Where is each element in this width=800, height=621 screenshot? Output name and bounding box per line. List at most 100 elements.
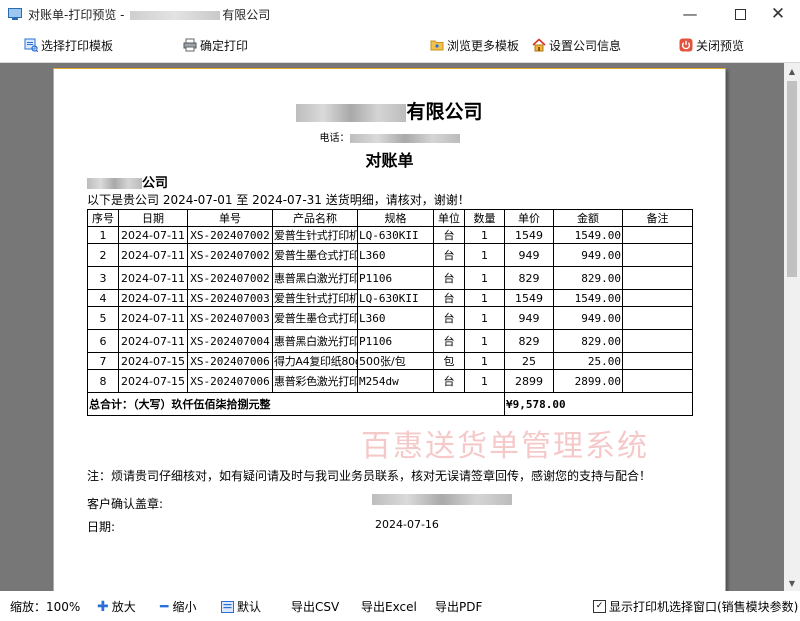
default-zoom-label: 默认 [237, 600, 262, 614]
table-header-row: 序号 日期 单号 产品名称 规格 单位 数量 单价 金额 备注 [87, 209, 693, 227]
cell-date: 2024-07-11 [118, 329, 188, 353]
total-in-words: 总合计：（大写）玖仟伍佰柒拾捌元整 [87, 392, 505, 416]
cell-unit-price: 25 [504, 352, 554, 370]
customer-name-suffix: 公司 [142, 176, 169, 191]
plus-icon: ✚ [97, 598, 109, 615]
cell-amount: 1549.00 [553, 226, 623, 244]
table-row: 8 2024-07-15 XS-202407006 惠普彩色激光打印机 M254… [87, 369, 693, 393]
power-icon [679, 38, 693, 52]
cell-quantity: 1 [464, 352, 505, 370]
zoom-in-label: 放大 [111, 600, 136, 614]
cell-order-no: XS-202407006 [187, 352, 273, 370]
print-preview-area[interactable]: 有限公司 电话： 对账单 公司 以下是贵公司 2024-07-01 至 2024… [0, 63, 784, 591]
header-unit: 单位 [433, 209, 465, 227]
export-pdf-button[interactable]: 导出PDF [435, 598, 482, 615]
select-template-button[interactable]: 选择打印模板 [24, 36, 113, 54]
cell-order-no: XS-202407004 [187, 329, 273, 353]
cell-unit-price: 829 [504, 266, 554, 290]
zoom-label: 缩放： [10, 600, 47, 614]
cell-product-name: 爱普生针式打印机 [272, 289, 358, 307]
cell-unit-price: 1549 [504, 289, 554, 307]
cell-product-name: 爱普生针式打印机 [272, 226, 358, 244]
export-excel-label: 导出Excel [361, 600, 417, 614]
cell-no: 5 [87, 306, 119, 330]
cell-unit-price: 829 [504, 329, 554, 353]
zoom-indicator: 缩放： 100% [10, 598, 80, 615]
cell-spec: 500张/包 [357, 352, 434, 370]
zoom-in-button[interactable]: ✚ 放大 [97, 598, 136, 615]
note-text: 注：烦请贵司仔细核对，如有疑问请及时与我司业务员联系，核对无误请签章回传，感谢您… [87, 469, 652, 483]
cell-unit: 台 [433, 226, 465, 244]
redacted-customer-name [87, 178, 142, 189]
toolbar: 选择打印模板 确定打印 浏览更多模板 设置公司信息 关闭预览 [0, 28, 800, 63]
window-title: 对账单-打印预览 - 有限公司 [28, 6, 270, 23]
show-printer-dialog-checkbox[interactable]: ✓ 显示打印机选择窗口(销售模块参数) [593, 598, 798, 615]
close-preview-button[interactable]: 关闭预览 [679, 36, 744, 54]
minimize-button[interactable]: — [668, 0, 712, 28]
cell-product-name: 惠普黑白激光打印机 [272, 329, 358, 353]
cell-quantity: 1 [464, 243, 505, 267]
cell-date: 2024-07-15 [118, 352, 188, 370]
title-bar: 对账单-打印预览 - 有限公司 — ✕ [0, 0, 800, 28]
cell-unit: 台 [433, 329, 465, 353]
cell-amount: 2899.00 [553, 369, 623, 393]
cell-order-no: XS-202407002 [187, 243, 273, 267]
cell-quantity: 1 [464, 289, 505, 307]
cell-order-no: XS-202407003 [187, 306, 273, 330]
window-title-suffix: 有限公司 [222, 7, 271, 22]
header-quantity: 数量 [464, 209, 505, 227]
table-row: 3 2024-07-11 XS-202407002 惠普黑白激光打印机 P110… [87, 266, 693, 290]
default-zoom-button[interactable]: 默认 [221, 598, 261, 615]
header-date: 日期 [118, 209, 188, 227]
cell-unit: 台 [433, 266, 465, 290]
cell-unit: 台 [433, 289, 465, 307]
cell-remark [622, 306, 693, 330]
header-amount: 金额 [553, 209, 623, 227]
cell-date: 2024-07-15 [118, 369, 188, 393]
zoom-out-button[interactable]: ━ 缩小 [160, 598, 196, 615]
vertical-scrollbar[interactable]: ▲ ▼ [784, 63, 800, 591]
cell-no: 4 [87, 289, 119, 307]
scroll-thumb[interactable] [787, 81, 797, 277]
cell-product-name: 惠普黑白激光打印机 [272, 266, 358, 290]
select-template-label: 选择打印模板 [41, 38, 114, 53]
cell-product-name: 爱普生墨仓式打印机 [272, 306, 358, 330]
cell-unit-price: 1549 [504, 226, 554, 244]
minimize-icon: — [682, 5, 698, 23]
header-product-name: 产品名称 [272, 209, 358, 227]
browse-templates-button[interactable]: 浏览更多模板 [430, 36, 519, 54]
checkbox-checked-icon[interactable]: ✓ [593, 600, 606, 613]
cell-spec: L360 [357, 306, 434, 330]
intro-text: 以下是贵公司 2024-07-01 至 2024-07-31 送货明细，请核对，… [87, 193, 470, 207]
default-zoom-icon [221, 600, 234, 613]
scroll-down-icon[interactable]: ▼ [784, 575, 800, 591]
select-template-icon [24, 38, 39, 53]
browse-templates-label: 浏览更多模板 [447, 38, 520, 53]
table-row: 2 2024-07-11 XS-202407002 爱普生墨仓式打印机 L360… [87, 243, 693, 267]
total-row: 总合计：（大写）玖仟伍佰柒拾捌元整 ¥9,578.00 [87, 392, 693, 416]
scroll-up-icon[interactable]: ▲ [784, 63, 800, 79]
cell-no: 2 [87, 243, 119, 267]
export-csv-button[interactable]: 导出CSV [291, 598, 339, 615]
cell-order-no: XS-202407003 [187, 289, 273, 307]
cell-spec: L360 [357, 243, 434, 267]
cell-amount: 949.00 [553, 306, 623, 330]
export-excel-button[interactable]: 导出Excel [361, 598, 417, 615]
cell-remark [622, 266, 693, 290]
cell-remark [622, 226, 693, 244]
table-row: 4 2024-07-11 XS-202407003 爱普生针式打印机 LQ-63… [87, 289, 693, 307]
redacted-company-name [130, 10, 221, 20]
date-value: 2024-07-16 [375, 518, 439, 531]
paper-page: 有限公司 电话： 对账单 公司 以下是贵公司 2024-07-01 至 2024… [53, 68, 726, 591]
confirm-print-button[interactable]: 确定打印 [183, 36, 248, 54]
company-settings-button[interactable]: 设置公司信息 [532, 36, 621, 54]
cell-amount: 829.00 [553, 266, 623, 290]
cell-spec: P1106 [357, 266, 434, 290]
folder-icon [430, 38, 444, 52]
cell-no: 3 [87, 266, 119, 290]
cell-order-no: XS-202407002 [187, 266, 273, 290]
export-csv-label: 导出CSV [291, 600, 340, 614]
cell-unit-price: 949 [504, 243, 554, 267]
confirm-print-label: 确定打印 [200, 38, 249, 53]
close-window-button[interactable]: ✕ [756, 0, 800, 28]
